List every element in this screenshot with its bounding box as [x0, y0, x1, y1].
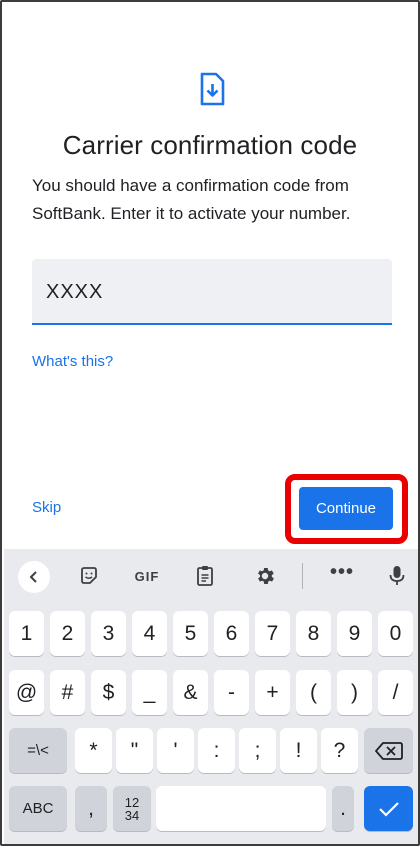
numpad-label-top: 12 — [124, 794, 140, 810]
toolbar-divider — [302, 563, 303, 589]
key-5[interactable]: 5 — [173, 611, 208, 656]
skip-button[interactable]: Skip — [32, 499, 61, 516]
clipboard-button[interactable] — [190, 561, 220, 591]
whats-this-link[interactable]: What's this? — [32, 353, 113, 370]
numpad-label-bottom: 34 — [124, 807, 140, 823]
phone-screen: Carrier confirmation code You should hav… — [0, 0, 420, 846]
key-7[interactable]: 7 — [255, 611, 290, 656]
key-colon[interactable]: : — [198, 728, 235, 773]
microphone-icon — [389, 566, 405, 585]
key-1[interactable]: 1 — [9, 611, 44, 656]
key-exclamation[interactable]: ! — [280, 728, 317, 773]
key-open-paren[interactable]: ( — [296, 670, 331, 715]
key-dollar[interactable]: $ — [91, 670, 126, 715]
key-comma[interactable]: , — [75, 786, 107, 831]
sticker-icon — [81, 567, 97, 584]
key-minus[interactable]: - — [214, 670, 249, 715]
on-screen-keyboard: GIF ••• 1 2 3 4 5 6 7 8 9 0 @ # $ _ & - … — [4, 549, 418, 844]
key-question[interactable]: ? — [321, 728, 358, 773]
key-close-paren[interactable]: ) — [337, 670, 372, 715]
keyboard-toolbar: GIF ••• — [4, 549, 418, 603]
key-enter[interactable] — [364, 786, 413, 831]
key-abc[interactable]: ABC — [9, 786, 67, 831]
key-period[interactable]: . — [332, 786, 354, 831]
continue-button[interactable]: Continue — [299, 487, 393, 530]
key-asterisk[interactable]: * — [75, 728, 112, 773]
voice-input-button[interactable] — [382, 561, 412, 591]
chevron-left-icon — [29, 571, 37, 583]
confirmation-code-value: XXXX — [46, 281, 104, 303]
key-backspace[interactable] — [364, 728, 413, 773]
key-hash[interactable]: # — [50, 670, 85, 715]
gif-button[interactable]: GIF — [130, 561, 164, 591]
key-0[interactable]: 0 — [378, 611, 413, 656]
key-numpad-switch[interactable]: 12 34 — [113, 786, 151, 831]
keyboard-back-button[interactable] — [18, 561, 50, 593]
key-space[interactable] — [156, 786, 326, 831]
settings-button[interactable] — [250, 561, 280, 591]
confirmation-code-field[interactable]: XXXX — [32, 259, 392, 325]
key-8[interactable]: 8 — [296, 611, 331, 656]
key-9[interactable]: 9 — [337, 611, 372, 656]
backspace-icon — [374, 741, 403, 760]
key-plus[interactable]: + — [255, 670, 290, 715]
key-6[interactable]: 6 — [214, 611, 249, 656]
key-at[interactable]: @ — [9, 670, 44, 715]
key-ampersand[interactable]: & — [173, 670, 208, 715]
check-icon — [378, 801, 399, 817]
key-underscore[interactable]: _ — [132, 670, 167, 715]
key-slash[interactable]: / — [378, 670, 413, 715]
key-double-quote[interactable]: " — [116, 728, 153, 773]
key-symbols-switch[interactable]: =\< — [9, 728, 67, 773]
key-single-quote[interactable]: ' — [157, 728, 194, 773]
key-4[interactable]: 4 — [132, 611, 167, 656]
clipboard-icon — [197, 566, 213, 586]
page-subtitle: You should have a confirmation code from… — [32, 176, 351, 223]
more-options-button[interactable]: ••• — [322, 561, 362, 591]
sim-download-icon — [200, 72, 225, 106]
key-semicolon[interactable]: ; — [239, 728, 276, 773]
gear-icon — [258, 568, 274, 584]
gif-label: GIF — [134, 568, 160, 584]
more-options-icon: ••• — [329, 560, 354, 583]
key-2[interactable]: 2 — [50, 611, 85, 656]
key-3[interactable]: 3 — [91, 611, 126, 656]
sticker-button[interactable] — [74, 561, 104, 591]
page-title: Carrier confirmation code — [62, 130, 358, 160]
